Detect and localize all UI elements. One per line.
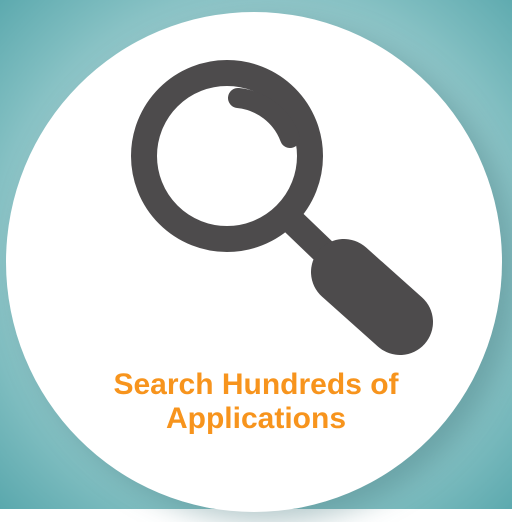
caption-text: Search Hundreds of Applications xyxy=(56,368,456,436)
magnifying-glass-icon xyxy=(131,60,433,355)
caption-line-1: Search Hundreds of xyxy=(113,368,399,401)
caption-line-2: Applications xyxy=(165,402,346,435)
